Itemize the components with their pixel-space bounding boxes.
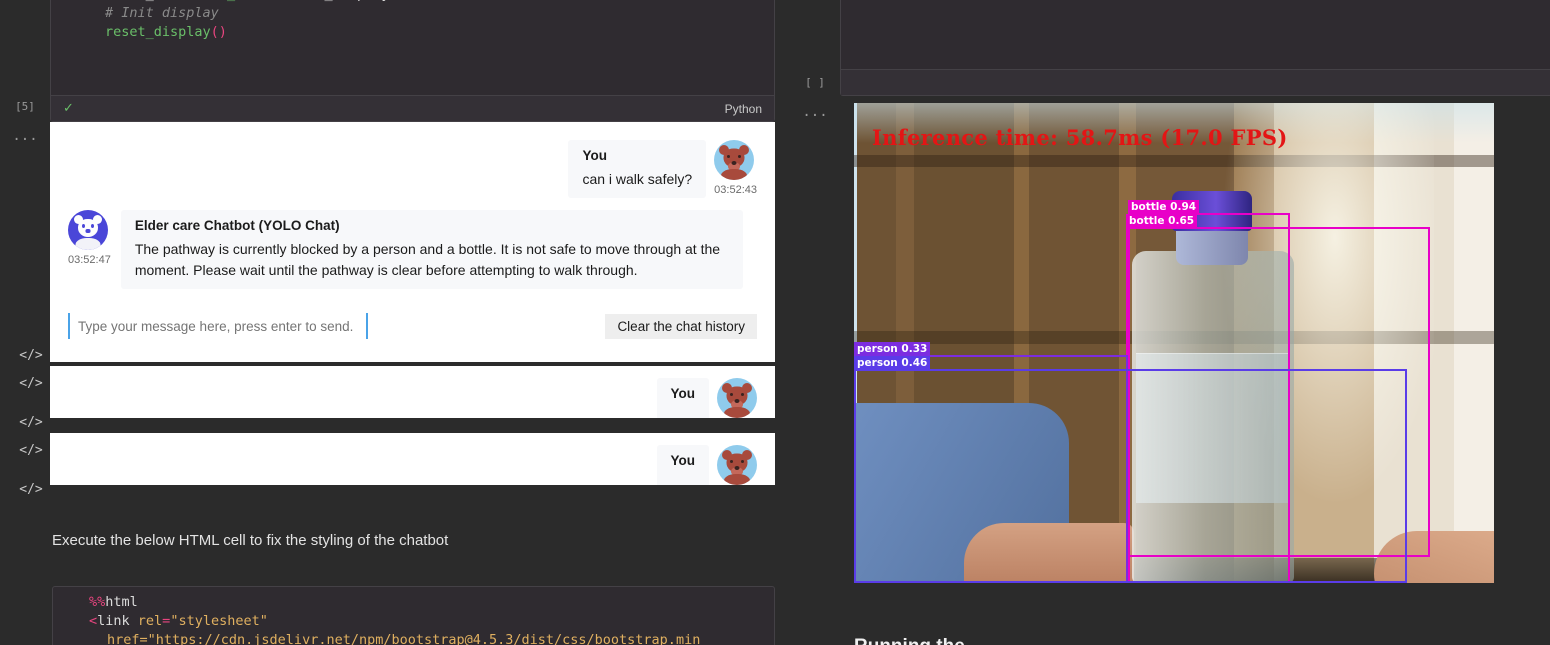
code-toggle-icon-3[interactable]: </> <box>18 415 44 430</box>
cell-status-check-icon: ✓ <box>63 101 74 116</box>
execution-count-badge: [5] <box>15 100 35 113</box>
code-toggle-icon-5[interactable]: </> <box>18 482 44 497</box>
user-bear-avatar <box>717 445 757 485</box>
chat-message-bot: 03:52:47 Elder care Chatbot (YOLO Chat) … <box>50 198 775 289</box>
chat-message-input[interactable] <box>68 313 368 339</box>
chat-composer: Clear the chat history <box>50 313 775 339</box>
chat-author-name: You <box>670 453 696 468</box>
chat-message-user: You can i walk safely? 03:52:43 <box>50 122 775 198</box>
code-line: reset_display() <box>105 24 227 40</box>
code-toggle-icon-2[interactable]: </> <box>18 376 44 391</box>
cell-language-label[interactable]: Python <box>725 102 762 116</box>
bot-bear-avatar <box>68 210 108 250</box>
inference-time-overlay: Inference time: 58.7ms (17.0 FPS) <box>872 125 1288 150</box>
chat-bubble-user: You <box>656 378 709 418</box>
chat-timestamp: 03:52:47 <box>68 254 111 266</box>
code-cell-html-styling[interactable]: %%html <link rel="stylesheet" href="https:… <box>52 586 775 645</box>
chat-message-text: can i walk safely? <box>582 171 693 187</box>
code-line: <link rel="stylesheet" <box>89 613 268 629</box>
code-cell-display-widget[interactable]: display(box_widget) clear_button.on_clic… <box>50 0 775 122</box>
left-notebook-column: display(box_widget) clear_button.on_clic… <box>0 0 790 645</box>
code-line: %%html <box>89 594 138 610</box>
detection-label-person-2: person 0.33 <box>854 342 931 356</box>
collapse-dots-icon[interactable]: ... <box>0 128 50 144</box>
chat-message-text: The pathway is currently blocked by a pe… <box>134 241 721 278</box>
chat-output-duplicate-2: You <box>50 433 775 485</box>
right-notebook-column: value=image, format="gif", width="20", h… <box>790 0 1550 645</box>
chat-bubble-bot: Elder care Chatbot (YOLO Chat) The pathw… <box>120 210 743 289</box>
code-cell-source[interactable]: display(box_widget) clear_button.on_clic… <box>51 0 774 42</box>
code-cell-image-widget[interactable]: value=image, format="gif", width="20", h… <box>840 0 1550 96</box>
yolo-video-output: Inference time: 58.7ms (17.0 FPS) bottle… <box>854 103 1494 583</box>
user-bear-avatar <box>714 140 755 180</box>
chat-output-main: You can i walk safely? 03:52:43 03:52:47… <box>50 122 775 362</box>
chat-output-duplicate-1: You <box>50 366 775 418</box>
execution-count-badge: [ ] <box>805 76 825 89</box>
chat-bubble-user: You <box>656 445 709 485</box>
code-toggle-icon-1[interactable]: </> <box>18 348 44 363</box>
collapse-dots-icon[interactable]: ... <box>790 104 840 120</box>
code-toggle-icon-4[interactable]: </> <box>18 443 44 458</box>
detection-label-bottle-0: bottle 0.94 <box>1128 200 1200 214</box>
code-cell-source[interactable]: %%html <link rel="stylesheet" href="https:… <box>53 587 774 645</box>
code-line: # Init display <box>105 5 219 21</box>
detection-box-person-3 <box>854 369 1407 583</box>
detection-label-person-3: person 0.46 <box>854 356 931 370</box>
code-line: href="https://cdn.jsdelivr.net/npm/boots… <box>107 632 701 645</box>
chat-message-user: You <box>50 433 775 485</box>
clear-chat-history-button[interactable]: Clear the chat history <box>605 313 757 339</box>
cell-footer: Python <box>841 69 1550 95</box>
chat-timestamp: 03:52:43 <box>714 184 757 196</box>
user-bear-avatar <box>717 378 757 418</box>
detection-label-bottle-1: bottle 0.65 <box>1126 214 1198 228</box>
chat-author-name: Elder care Chatbot (YOLO Chat) <box>134 218 340 233</box>
section-heading-clipped: Running the... <box>854 636 981 645</box>
chat-author-name: You <box>670 386 696 401</box>
markdown-instruction-text: Execute the below HTML cell to fix the s… <box>52 532 449 549</box>
cell-footer: ✓ Python <box>51 95 774 121</box>
chat-bubble-user: You can i walk safely? <box>568 140 707 198</box>
chat-message-user: You <box>50 366 775 418</box>
screen: display(box_widget) clear_button.on_clic… <box>0 0 1550 645</box>
chat-author-name: You <box>582 148 607 163</box>
